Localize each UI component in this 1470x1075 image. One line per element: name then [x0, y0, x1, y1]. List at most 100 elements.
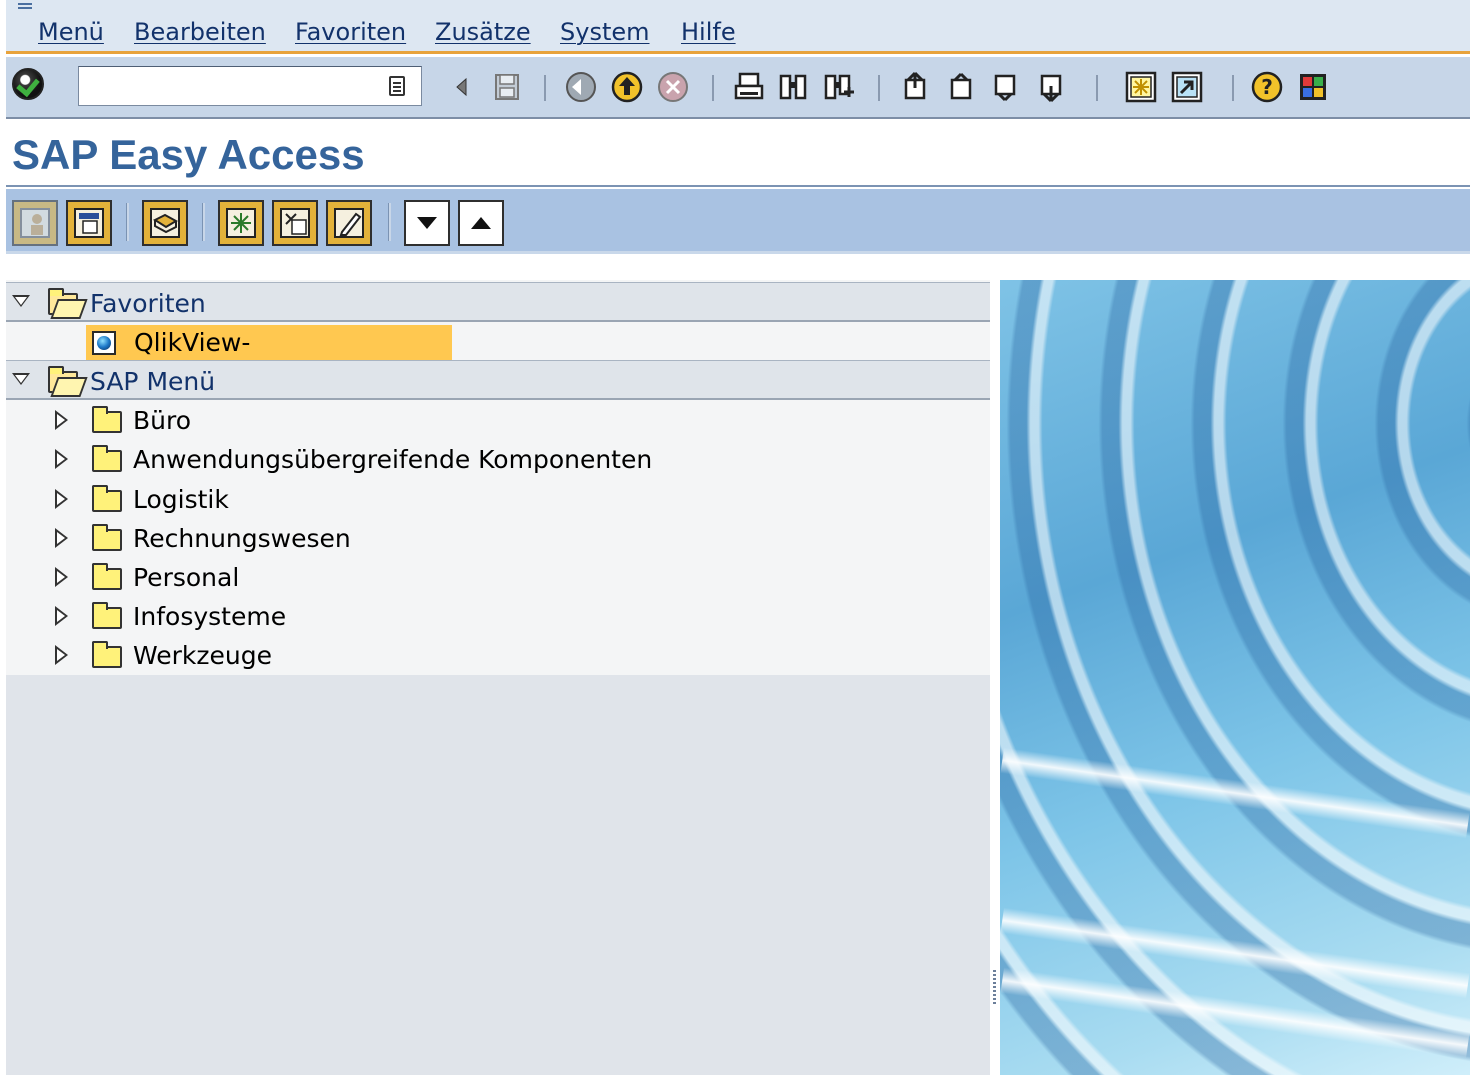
- help-icon[interactable]: ?: [1250, 70, 1284, 104]
- user-menu-icon: [20, 208, 50, 238]
- tree-node-folder[interactable]: Büro: [6, 400, 990, 440]
- web-transaction-icon: [92, 331, 116, 355]
- toolbar-separator: [1096, 75, 1098, 101]
- toolbar-separator: [878, 75, 880, 101]
- menu-item-favoriten[interactable]: Favoriten: [295, 18, 406, 46]
- tree-node-label: Rechnungswesen: [133, 524, 351, 553]
- cancel-icon[interactable]: [656, 70, 690, 104]
- toolbar-separator: [544, 75, 546, 101]
- move-down-icon: [417, 217, 437, 229]
- svg-text:?: ?: [1261, 75, 1273, 99]
- toolbar-separator: [202, 203, 205, 241]
- tree-node-sap-menu[interactable]: SAP Menü: [6, 360, 990, 400]
- sap-menu-button[interactable]: [66, 200, 112, 246]
- next-page-icon[interactable]: [988, 70, 1022, 104]
- pane-splitter[interactable]: [990, 280, 1000, 1075]
- toolbar-separator: [712, 75, 714, 101]
- toolbar-separator: [388, 203, 391, 241]
- find-icon[interactable]: [776, 70, 810, 104]
- title-bar: SAP Easy Access: [6, 119, 1470, 187]
- delete-favorite-button[interactable]: [272, 200, 318, 246]
- selected-item-highlight: QlikView-Personalstatistik: [86, 325, 452, 386]
- last-page-icon[interactable]: [1034, 70, 1068, 104]
- toolbar-separator: [1232, 75, 1234, 101]
- collapse-icon[interactable]: [12, 373, 30, 385]
- water-highlight: [1000, 747, 1470, 839]
- folder-icon: [92, 602, 122, 629]
- tree-node-label: Personal: [133, 563, 240, 592]
- menu-item-hilfe[interactable]: Hilfe: [681, 18, 736, 46]
- page-title: SAP Easy Access: [12, 131, 365, 178]
- tree-node-label: Logistik: [133, 485, 229, 514]
- first-page-icon[interactable]: [898, 70, 932, 104]
- tree-node-label: SAP Menü: [90, 367, 216, 396]
- user-menu-button[interactable]: [12, 200, 58, 246]
- back-icon[interactable]: [446, 70, 480, 104]
- print-icon[interactable]: [732, 70, 766, 104]
- enter-icon[interactable]: [12, 68, 44, 100]
- previous-page-icon[interactable]: [944, 70, 978, 104]
- sap-menu-icon: [74, 208, 104, 238]
- folder-icon: [92, 641, 122, 668]
- collapse-icon[interactable]: [12, 295, 30, 307]
- back-nav-icon[interactable]: [564, 70, 598, 104]
- folder-icon: [92, 524, 122, 551]
- splitter-grip-icon[interactable]: [993, 970, 996, 1006]
- tree-node-label: Favoriten: [90, 289, 206, 318]
- expand-icon[interactable]: [55, 567, 68, 587]
- tree-node-folder[interactable]: Anwendungsübergreifende Komponenten: [6, 439, 990, 479]
- tree-node-favoriten[interactable]: Favoriten: [6, 282, 990, 322]
- tree-node-folder[interactable]: Rechnungswesen: [6, 518, 990, 558]
- folder-icon: [92, 563, 122, 590]
- customize-layout-icon[interactable]: [1296, 70, 1330, 104]
- menu-bar: Menü Bearbeiten Favoriten Zusätze System…: [6, 0, 1470, 54]
- menu-item-menue[interactable]: Menü: [38, 18, 104, 46]
- tree-node-favorite-item[interactable]: QlikView-Personalstatistik: [6, 322, 990, 386]
- navigation-tree: Favoriten QlikView-Personalstatistik SAP…: [6, 280, 990, 675]
- expand-icon[interactable]: [55, 489, 68, 509]
- folder-icon: [92, 445, 122, 472]
- find-next-icon[interactable]: [822, 70, 856, 104]
- delete-favorite-icon: [280, 208, 310, 238]
- tree-node-label: Büro: [133, 406, 192, 435]
- command-history-icon[interactable]: [389, 76, 405, 96]
- expand-icon[interactable]: [55, 410, 68, 430]
- other-menu-button[interactable]: [142, 200, 188, 246]
- other-menu-icon: [150, 208, 180, 238]
- add-favorite-button[interactable]: [218, 200, 264, 246]
- change-favorite-button[interactable]: [326, 200, 372, 246]
- exit-icon[interactable]: [610, 70, 644, 104]
- tree-node-label: Infosysteme: [133, 602, 287, 631]
- system-menu-icon[interactable]: [18, 3, 32, 9]
- add-favorite-icon: [226, 208, 256, 238]
- move-up-button[interactable]: [458, 200, 504, 246]
- folder-icon: [92, 485, 122, 512]
- command-field[interactable]: [78, 66, 422, 106]
- save-icon[interactable]: [490, 70, 524, 104]
- tree-empty-area: [6, 675, 990, 1075]
- tree-node-folder[interactable]: Logistik: [6, 479, 990, 519]
- open-folder-icon: [48, 366, 78, 393]
- tree-node-label: Werkzeuge: [133, 641, 272, 670]
- open-folder-icon: [48, 288, 78, 315]
- tree-node-folder[interactable]: Werkzeuge: [6, 635, 990, 675]
- create-session-icon[interactable]: [1124, 70, 1158, 104]
- create-shortcut-icon[interactable]: [1170, 70, 1204, 104]
- move-down-button[interactable]: [404, 200, 450, 246]
- standard-toolbar: ?: [6, 57, 1470, 119]
- menu-item-bearbeiten[interactable]: Bearbeiten: [134, 18, 266, 46]
- expand-icon[interactable]: [55, 528, 68, 548]
- expand-icon[interactable]: [55, 645, 68, 665]
- expand-icon[interactable]: [55, 606, 68, 626]
- move-up-icon: [471, 217, 491, 229]
- folder-icon: [92, 406, 122, 433]
- tree-node-folder[interactable]: Personal: [6, 557, 990, 597]
- tree-node-label: Anwendungsübergreifende Komponenten: [133, 445, 653, 474]
- tree-node-folder[interactable]: Infosysteme: [6, 596, 990, 636]
- easy-access-picture: [1000, 280, 1470, 1075]
- menu-item-system[interactable]: System: [560, 18, 650, 46]
- toolbar-separator: [126, 203, 129, 241]
- change-favorite-icon: [334, 208, 364, 238]
- expand-icon[interactable]: [55, 449, 68, 469]
- menu-item-zusaetze[interactable]: Zusätze: [435, 18, 531, 46]
